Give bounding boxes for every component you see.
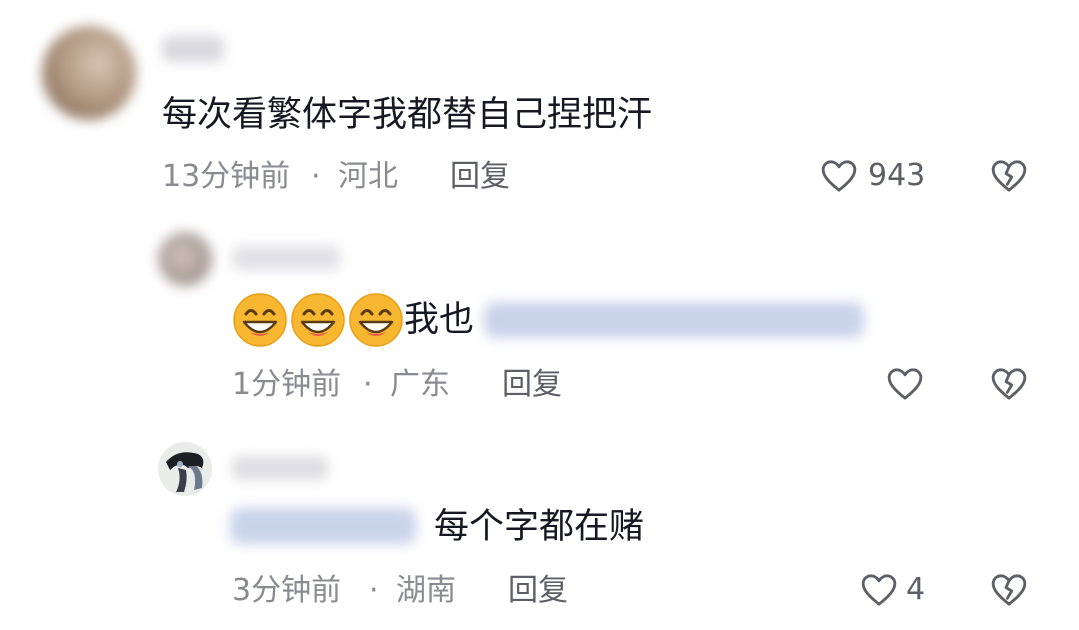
comment-location: 湖南 [396,573,456,608]
avatar[interactable] [42,26,136,120]
dislike-button[interactable] [988,156,1030,198]
comment-location: 广东 [390,367,450,402]
like-button[interactable]: 4 [858,570,938,612]
grinning-face-emoji [233,293,287,347]
heart-outline-icon [887,368,923,400]
avatar-illustration [166,452,204,492]
username-blurred[interactable] [232,246,340,270]
like-button[interactable] [884,364,926,406]
avatar[interactable] [158,442,212,496]
dislike-button[interactable] [988,364,1030,406]
dislike-button[interactable] [988,570,1030,612]
like-count: 943 [868,158,926,193]
broken-heart-icon [991,368,1027,400]
reply-button[interactable]: 回复 [508,576,568,606]
grinning-face-emoji [349,293,403,347]
heart-outline-icon [821,160,857,192]
comment-text: 每个字都在赌 [434,507,645,547]
comment-thread: { "comments": [ { "text": "每次看繁体字我都替自己捏把… [0,0,1079,630]
meta-separator: · [369,573,379,608]
username-blurred[interactable] [162,36,224,62]
avatar[interactable] [158,232,212,286]
reply-button[interactable]: 回复 [450,162,510,192]
like-count: 4 [906,572,926,607]
reply-button[interactable]: 回复 [502,370,562,400]
heart-outline-icon [861,574,897,606]
comment-time: 13分钟前 [162,159,291,194]
redacted-text [230,508,416,544]
emoji-row [232,292,404,348]
comment-text: 我也 [404,300,475,340]
broken-heart-icon [991,160,1027,192]
comment-text: 每次看繁体字我都替自己捏把汗 [162,95,653,135]
comment-time: 1分钟前 [232,367,342,402]
comment-time: 3分钟前 [232,573,342,608]
redacted-text [484,302,864,338]
username-blurred[interactable] [232,456,328,480]
meta-separator: · [363,367,373,402]
meta-separator: · [311,159,321,194]
comment-location: 河北 [338,159,398,194]
like-button[interactable]: 943 [818,156,930,198]
grinning-face-emoji [291,293,345,347]
broken-heart-icon [991,574,1027,606]
